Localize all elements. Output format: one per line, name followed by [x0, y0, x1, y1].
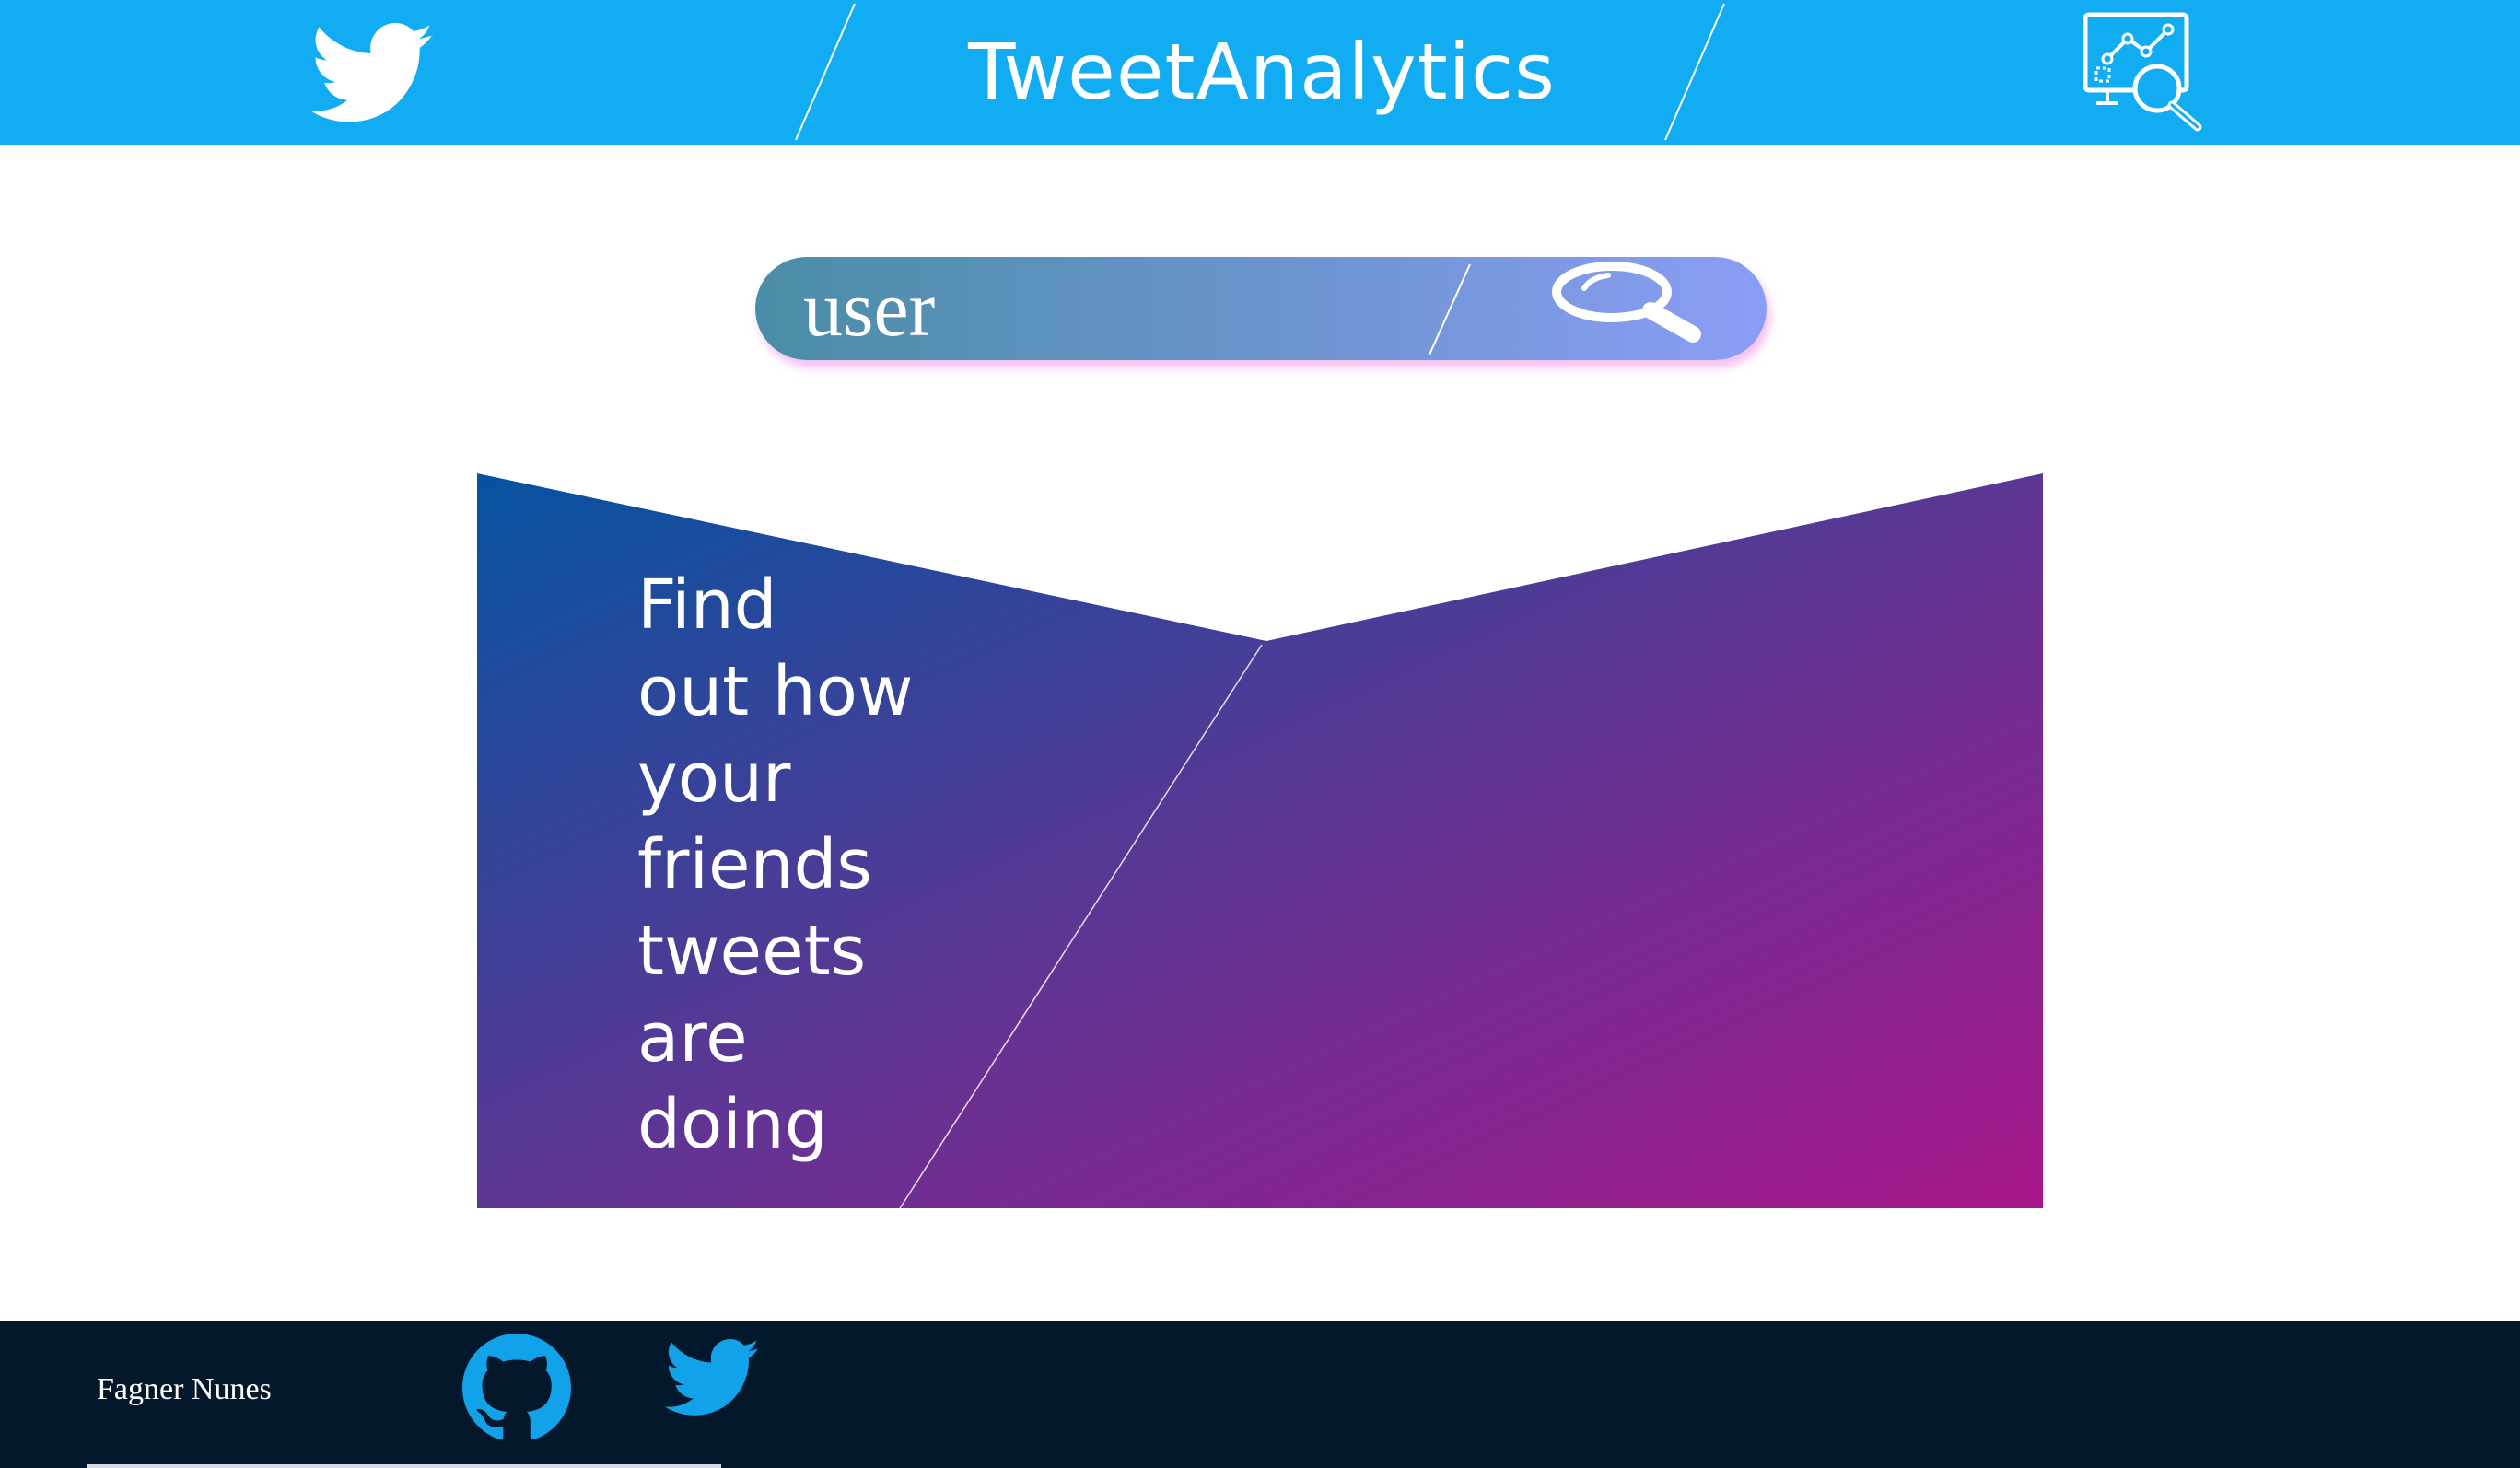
magnifier-icon[interactable]: [1547, 257, 1741, 360]
hero-tagline: Find out how your friends tweets are doi…: [637, 562, 987, 1168]
author-name: Fagner Nunes: [97, 1372, 272, 1406]
tagline-line: are: [637, 998, 748, 1078]
analytics-magnifier-icon[interactable]: [2080, 11, 2218, 135]
user-search-bar: [755, 257, 1767, 360]
tagline-line: Find: [637, 565, 777, 645]
tagline-line: out how: [637, 652, 914, 731]
tagline-line: tweets: [637, 912, 867, 991]
tagline-line: doing: [637, 1085, 828, 1164]
page: TweetAnalytics user Find out how your fr…: [0, 0, 2520, 1468]
twitter-bird-icon[interactable]: [304, 11, 442, 135]
github-icon[interactable]: [462, 1334, 571, 1442]
top-header: TweetAnalytics: [0, 0, 2520, 145]
app-title: TweetAnalytics: [968, 27, 1556, 117]
header-divider-right: [1664, 3, 1725, 141]
tagline-line: friends: [637, 825, 872, 904]
tagline-line: your: [637, 739, 791, 818]
hero-banner: Find out how your friends tweets are doi…: [477, 473, 2043, 1208]
search-divider: [1429, 263, 1471, 355]
twitter-bird-icon[interactable]: [661, 1330, 764, 1426]
page-footer: Fagner Nunes: [0, 1321, 2520, 1468]
footer-underline: [88, 1464, 721, 1468]
header-divider-left: [795, 3, 856, 141]
